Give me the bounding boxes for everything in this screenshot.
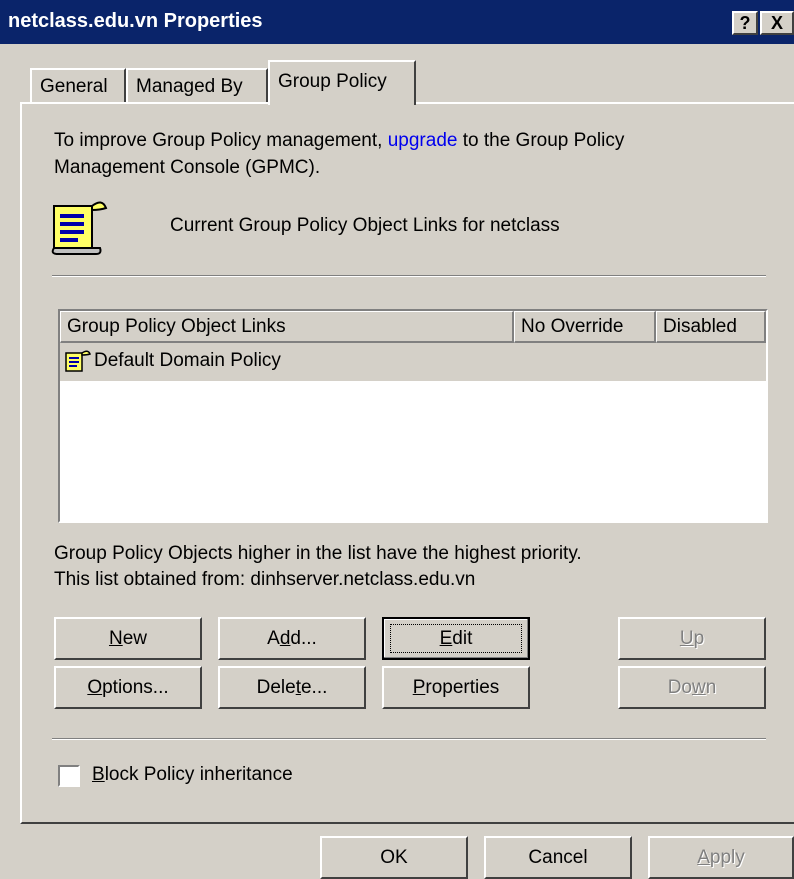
new-button-text-rest: ew [122,628,148,649]
delete-button-text: Dele [256,677,296,698]
list-row-default-domain-policy[interactable]: Default Domain Policy [60,343,766,381]
block-inheritance-label[interactable]: Block Policy inheritance [92,764,293,786]
intro-text-end: to the Group Policy [457,130,625,151]
column-header-gpo-links[interactable]: Group Policy Object Links [60,311,514,343]
properties-button-text-rest: roperties [425,677,500,698]
new-button-mnemonic: N [108,628,123,649]
down-button[interactable]: Down [618,666,766,709]
help-button[interactable]: ? [732,11,758,35]
close-button[interactable]: X [760,11,794,35]
tab-general[interactable]: General [30,68,126,102]
add-button-text: A [267,628,280,649]
up-button[interactable]: Up [618,617,766,660]
down-button-text: Do [667,677,692,698]
tab-group-policy[interactable]: Group Policy [268,60,416,105]
options-button-mnemonic: O [87,677,103,698]
cancel-button[interactable]: Cancel [484,836,632,879]
delete-button-text-rest: e... [300,677,328,698]
bottom-divider [52,738,766,740]
properties-button[interactable]: Properties [382,666,530,709]
options-button-text-rest: ptions... [102,677,169,698]
current-links-label: Current Group Policy Object Links for ne… [170,215,560,236]
focus-indicator [390,624,522,653]
upgrade-link[interactable]: upgrade [388,130,458,151]
down-button-mnemonic: w [691,677,706,698]
properties-button-mnemonic: P [412,677,426,698]
block-inheritance-checkbox[interactable] [58,765,80,787]
gpo-name: Default Domain Policy [94,350,281,371]
ok-button[interactable]: OK [320,836,468,879]
options-button[interactable]: Options... [54,666,202,709]
top-divider [52,275,766,277]
gpo-links-list[interactable]: Group Policy Object Links No Override Di… [58,309,768,523]
column-header-no-override[interactable]: No Override [514,311,656,343]
apply-button-text-rest: pply [709,847,745,868]
up-button-mnemonic: U [679,628,694,649]
intro-text-line2: Management Console (GPMC). [54,157,321,178]
gpo-scroll-icon [64,349,92,381]
apply-button-mnemonic: A [697,847,710,868]
up-button-text-rest: p [693,628,705,649]
intro-text: To improve Group Policy management, upgr… [54,130,624,152]
down-button-text-rest: n [705,677,717,698]
new-button[interactable]: New [54,617,202,660]
apply-button[interactable]: Apply [648,836,794,879]
obtained-from-text: This list obtained from: dinhserver.netc… [54,569,476,590]
add-button-text-rest: d... [290,628,317,649]
title-bar[interactable]: netclass.edu.vn Properties ? X [0,0,794,44]
column-header-disabled[interactable]: Disabled [656,311,766,343]
block-inheritance-mnemonic: B [92,764,105,785]
window-title: netclass.edu.vn Properties [8,10,263,32]
add-button[interactable]: Add... [218,617,366,660]
gpo-scroll-icon [50,196,112,262]
tab-managed-by[interactable]: Managed By [126,68,268,102]
delete-button[interactable]: Delete... [218,666,366,709]
add-button-mnemonic: d [279,628,291,649]
priority-note: Group Policy Objects higher in the list … [54,543,582,564]
block-inheritance-text-rest: lock Policy inheritance [104,764,293,785]
intro-text-start: To improve Group Policy management, [54,130,388,151]
edit-button[interactable]: Edit [382,617,530,660]
